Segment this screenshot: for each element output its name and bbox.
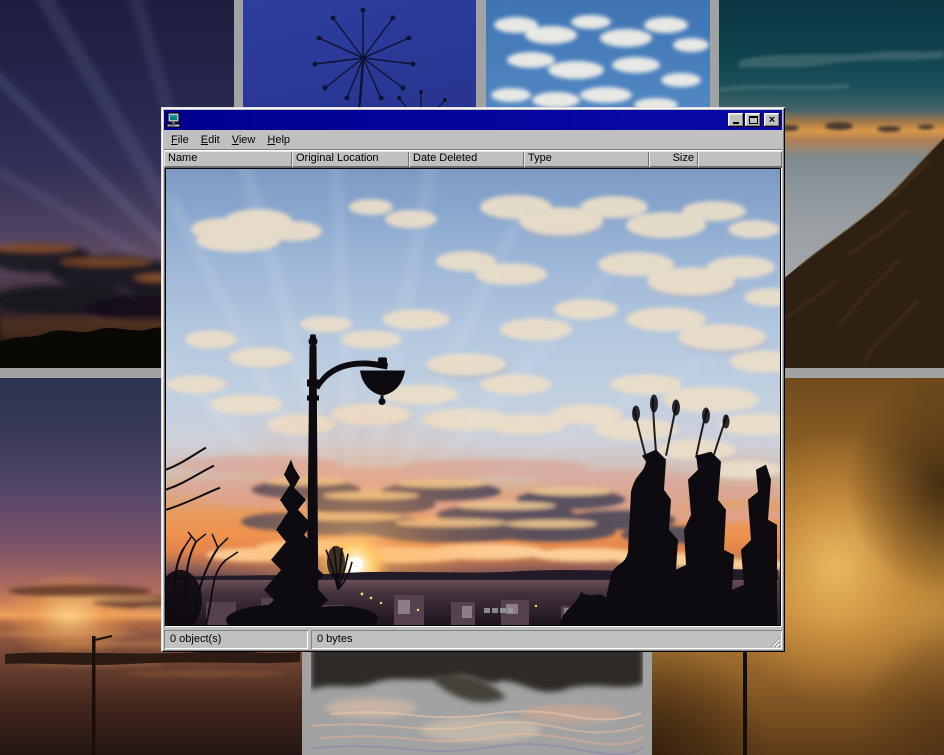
sunset-photo-background xyxy=(166,169,780,625)
maximize-icon xyxy=(749,116,758,124)
column-header-row: Name Original Location Date Deleted Type… xyxy=(164,151,782,167)
menu-view[interactable]: View xyxy=(226,132,262,148)
status-object-count: 0 object(s) xyxy=(164,630,308,649)
menu-file[interactable]: File xyxy=(165,132,195,148)
menu-bar: File Edit View Help xyxy=(164,130,782,149)
minimize-button[interactable] xyxy=(728,113,744,127)
menu-help[interactable]: Help xyxy=(261,132,296,148)
folder-content-area[interactable] xyxy=(164,167,782,627)
pole-silhouette xyxy=(743,652,747,755)
column-header-original-location[interactable]: Original Location xyxy=(292,151,409,167)
recycle-bin-window: × File Edit View Help Name Original Loca… xyxy=(161,107,785,652)
column-header-size[interactable]: Size xyxy=(649,151,698,167)
column-header-name[interactable]: Name xyxy=(164,151,292,167)
column-header-date-deleted[interactable]: Date Deleted xyxy=(409,151,524,167)
menu-edit[interactable]: Edit xyxy=(195,132,226,148)
status-size-text: 0 bytes xyxy=(317,633,352,645)
column-header-filler xyxy=(698,151,782,167)
maximize-button[interactable] xyxy=(745,113,761,127)
close-button[interactable]: × xyxy=(764,113,780,127)
status-size: 0 bytes xyxy=(311,630,782,649)
title-bar[interactable]: × xyxy=(164,110,782,130)
computer-icon xyxy=(166,112,182,128)
close-icon: × xyxy=(769,115,775,125)
minimize-icon xyxy=(733,122,739,124)
column-header-type[interactable]: Type xyxy=(524,151,649,167)
resize-grip[interactable] xyxy=(768,635,781,648)
status-bar: 0 object(s) 0 bytes xyxy=(164,630,782,649)
